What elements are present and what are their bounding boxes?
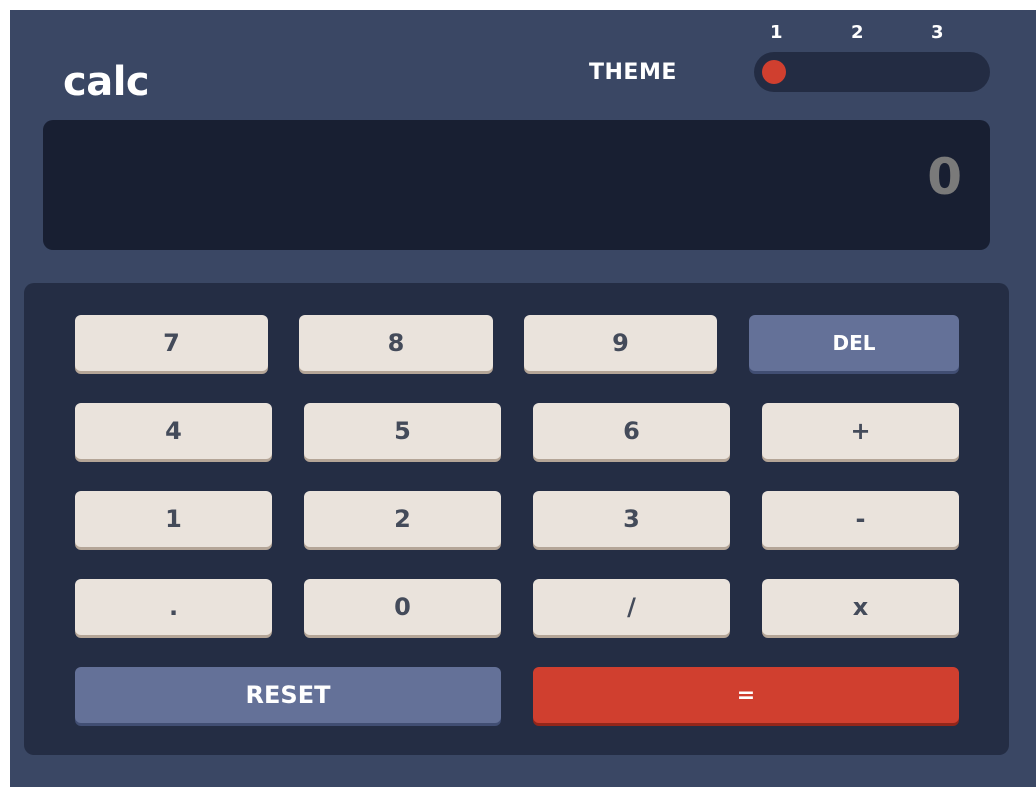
theme-toggle[interactable] [754, 52, 990, 92]
theme-option-3[interactable]: 3 [931, 22, 944, 43]
theme-options: 1 2 3 [765, 22, 945, 46]
key-3[interactable]: 3 [533, 491, 730, 547]
key-0[interactable]: 0 [304, 579, 501, 635]
reset-button[interactable]: RESET [75, 667, 501, 723]
key-8[interactable]: 8 [299, 315, 493, 371]
theme-option-1[interactable]: 1 [770, 22, 783, 43]
key-plus[interactable]: + [762, 403, 959, 459]
key-minus[interactable]: - [762, 491, 959, 547]
display-screen: 0 [43, 120, 990, 250]
calculator-app: calc THEME 1 2 3 0 7 8 9 DEL 4 5 6 + 1 2… [10, 10, 1036, 787]
key-6[interactable]: 6 [533, 403, 730, 459]
key-1[interactable]: 1 [75, 491, 272, 547]
theme-toggle-knob[interactable] [762, 60, 786, 84]
key-divide[interactable]: / [533, 579, 730, 635]
theme-label: THEME [589, 60, 677, 85]
keypad: 7 8 9 DEL 4 5 6 + 1 2 3 - . 0 / x RESET … [24, 283, 1009, 755]
delete-button[interactable]: DEL [749, 315, 959, 371]
equals-button[interactable]: = [533, 667, 959, 723]
key-decimal[interactable]: . [75, 579, 272, 635]
app-logo: calc [63, 59, 150, 105]
theme-option-2[interactable]: 2 [851, 22, 864, 43]
key-5[interactable]: 5 [304, 403, 501, 459]
key-7[interactable]: 7 [75, 315, 268, 371]
key-2[interactable]: 2 [304, 491, 501, 547]
key-multiply[interactable]: x [762, 579, 959, 635]
display-value: 0 [927, 148, 962, 206]
key-4[interactable]: 4 [75, 403, 272, 459]
key-9[interactable]: 9 [524, 315, 717, 371]
